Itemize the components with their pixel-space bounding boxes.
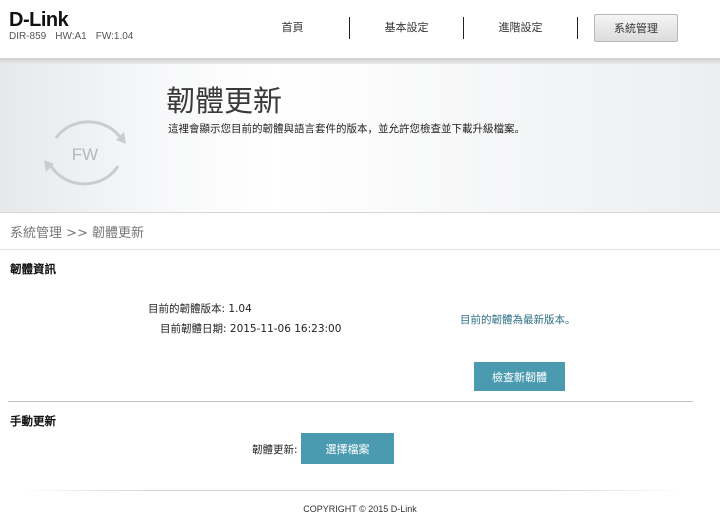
page-title: 韌體更新	[166, 84, 283, 118]
check-new-firmware-button[interactable]: 檢查新韌體	[474, 362, 565, 391]
firmware-version-value: 1.04	[228, 303, 252, 315]
firmware-version-row: 目前的韌體版本: 1.04	[148, 301, 252, 316]
footer-divider	[20, 490, 680, 491]
device-info: DIR-859 HW:A1 FW:1.04	[9, 31, 142, 42]
firmware-status-text: 目前的韌體為最新版本。	[460, 314, 576, 326]
firmware-date-value: 2015-11-06 16:23:00	[229, 323, 342, 335]
firmware-info-heading: 韌體資訊	[10, 262, 56, 276]
firmware-version-short: FW:1.04	[95, 31, 134, 42]
firmware-refresh-icon: FW	[44, 120, 126, 186]
manual-update-heading: 手動更新	[10, 414, 56, 428]
nav-basic-settings[interactable]: 基本設定	[350, 14, 463, 42]
choose-file-button[interactable]: 選擇檔案	[301, 433, 394, 464]
firmware-update-label: 韌體更新:	[252, 444, 298, 456]
model-name: DIR-859	[9, 31, 47, 42]
firmware-date-row: 目前韌體日期: 2015-11-06 16:23:00	[160, 321, 341, 336]
breadcrumb-divider	[0, 249, 720, 250]
copyright-footer: COPYRIGHT © 2015 D-Link	[303, 504, 417, 514]
firmware-date-label: 目前韌體日期:	[160, 323, 227, 335]
page-description: 這裡會顯示您目前的韌體與語言套件的版本，並允許您檢查並下載升級檔案。	[168, 123, 525, 135]
dlink-logo: D-Link	[9, 9, 69, 31]
firmware-version-label: 目前的韌體版本:	[148, 303, 226, 315]
main-nav: 首頁 基本設定 進階設定 系統管理	[236, 14, 696, 42]
section-divider	[8, 401, 693, 402]
page-banner: FW 韌體更新 這裡會顯示您目前的韌體與語言套件的版本，並允許您檢查並下載升級檔…	[0, 64, 720, 213]
breadcrumb: 系統管理 >> 韌體更新	[10, 226, 145, 241]
nav-management[interactable]: 系統管理	[594, 14, 678, 42]
nav-home[interactable]: 首頁	[236, 14, 349, 42]
hardware-version: HW:A1	[55, 31, 87, 42]
nav-separator	[577, 17, 578, 39]
fw-icon-label: FW	[72, 145, 98, 164]
top-header: D-Link DIR-859 HW:A1 FW:1.04 首頁 基本設定 進階設定 …	[0, 0, 720, 58]
nav-advanced-settings[interactable]: 進階設定	[464, 14, 577, 42]
